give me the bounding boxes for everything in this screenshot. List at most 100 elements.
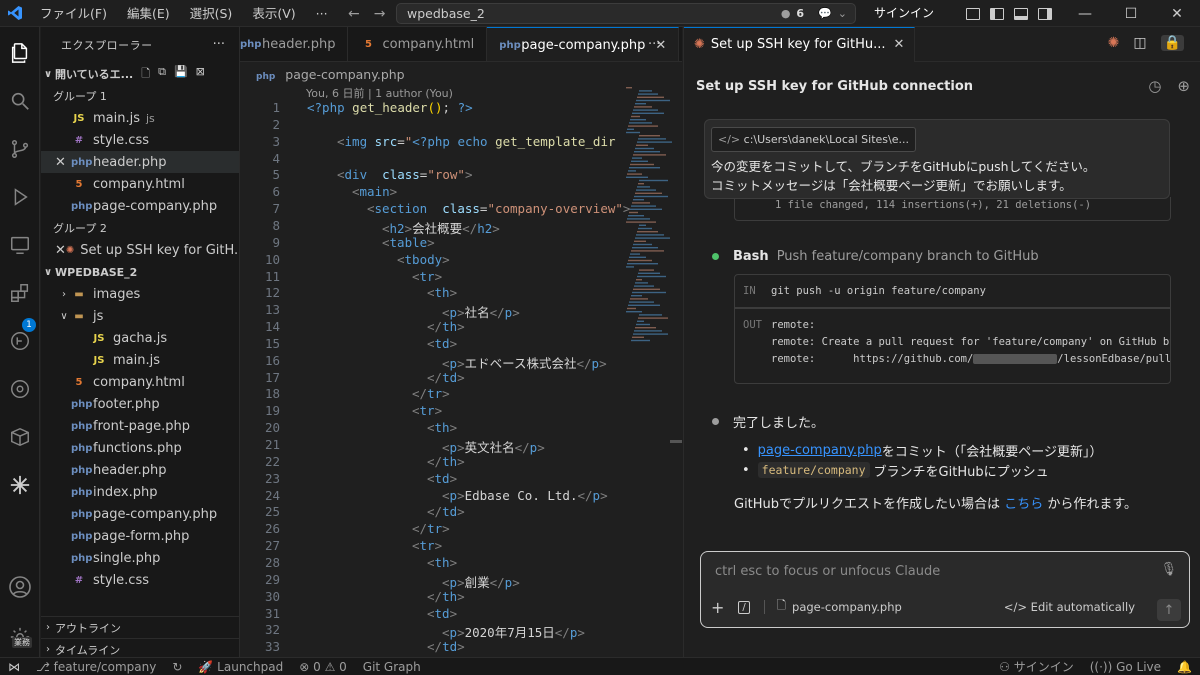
- signin-status[interactable]: ⚇ サインイン: [991, 658, 1082, 675]
- menu-item[interactable]: 表示(V): [242, 0, 305, 27]
- toggle-sidebar-icon[interactable]: [990, 7, 1004, 20]
- breadcrumb[interactable]: php page-company.php: [256, 67, 405, 82]
- file-item[interactable]: php page-form.php: [41, 525, 239, 547]
- attached-file[interactable]: page-company.php: [792, 600, 902, 614]
- open-editor-item[interactable]: ✕ php header.php: [41, 151, 239, 173]
- edit-mode-toggle[interactable]: </> Edit automatically: [1004, 600, 1135, 614]
- account-icon[interactable]: [0, 567, 40, 607]
- layout-customize-icon[interactable]: [966, 7, 980, 20]
- toggle-secondary-sidebar-icon[interactable]: [1038, 7, 1052, 20]
- file-link[interactable]: page-company.php: [758, 443, 882, 458]
- extensions-icon[interactable]: [0, 273, 40, 313]
- outline-header[interactable]: › アウトライン: [41, 616, 239, 638]
- source-control-icon[interactable]: [0, 129, 40, 169]
- menu-item[interactable]: ファイル(F): [30, 0, 117, 27]
- menu-item[interactable]: 編集(E): [117, 0, 180, 27]
- golive-status[interactable]: ((·)) Go Live: [1082, 660, 1169, 674]
- new-chat-icon[interactable]: ⊕: [1177, 77, 1190, 95]
- close-icon[interactable]: ✕: [55, 155, 71, 170]
- git-graph-icon[interactable]: [0, 321, 40, 361]
- term-in-command: git push -u origin feature/company: [771, 285, 986, 297]
- open-editor-item[interactable]: ✕ ✺ Set up SSH key for GitH...: [41, 239, 239, 261]
- close-all-icon[interactable]: ⊠: [196, 65, 205, 84]
- code-line: <p>Edbase Co. Ltd.</p>: [442, 487, 608, 503]
- more-actions-icon[interactable]: ···: [213, 37, 225, 52]
- close-icon[interactable]: ✕: [894, 37, 905, 52]
- gitlens-icon[interactable]: [0, 369, 40, 409]
- remote-icon[interactable]: ⋈: [0, 660, 28, 674]
- new-untitled-icon[interactable]: 🗋: [141, 65, 150, 84]
- folder-item[interactable]: ∨ ▬ js: [41, 305, 239, 327]
- file-item[interactable]: php single.php: [41, 547, 239, 569]
- maximize-icon[interactable]: ☐: [1108, 0, 1154, 27]
- command-center-search[interactable]: wpedbase_2 ● 6 💬 ⌄: [396, 3, 856, 24]
- close-icon[interactable]: ✕: [55, 243, 66, 258]
- problems-status[interactable]: ⊗ 0 ⚠ 0: [291, 660, 355, 674]
- split-editor-icon[interactable]: ◫: [1133, 35, 1146, 51]
- send-button[interactable]: ↑: [1157, 599, 1181, 621]
- code-editor[interactable]: 1 <?php get_header(); ?> 2 3 <img src="<?php…: [240, 99, 682, 657]
- containers-icon[interactable]: [0, 417, 40, 457]
- explorer-icon[interactable]: [0, 33, 40, 73]
- path-chip[interactable]: </> c:\Users\danek\Local Sites\e...: [711, 127, 916, 152]
- editor-scrollbar[interactable]: [670, 440, 682, 443]
- minimize-icon[interactable]: —: [1062, 0, 1108, 27]
- toggle-layout-icon[interactable]: ⧉: [158, 65, 166, 84]
- profile-badge: 業務: [12, 637, 32, 648]
- open-editor-item[interactable]: JS main.js js: [41, 107, 239, 129]
- add-icon[interactable]: +: [711, 598, 724, 617]
- minimap[interactable]: [624, 85, 674, 345]
- lock-icon[interactable]: 🔒: [1160, 35, 1184, 51]
- slash-command-icon[interactable]: /: [738, 600, 750, 614]
- save-all-icon[interactable]: 💾: [174, 65, 188, 84]
- launchpad-status[interactable]: 🚀 Launchpad: [190, 660, 291, 674]
- chevron-down-icon[interactable]: ⌄: [838, 7, 847, 20]
- chat-input[interactable]: ctrl esc to focus or unfocus Claude 🎙 + …: [700, 551, 1190, 628]
- search-icon[interactable]: [0, 81, 40, 121]
- file-item[interactable]: php front-page.php: [41, 415, 239, 437]
- branch-status[interactable]: ⎇ feature/company: [28, 660, 164, 674]
- file-item[interactable]: 5 company.html: [41, 371, 239, 393]
- folder-item[interactable]: › ▬ images: [41, 283, 239, 305]
- open-editor-item[interactable]: php page-company.php: [41, 195, 239, 217]
- file-item[interactable]: php header.php: [41, 459, 239, 481]
- mic-icon[interactable]: 🎙: [1160, 562, 1177, 577]
- sync-icon[interactable]: ↻: [164, 660, 190, 674]
- chat-icon[interactable]: 💬: [818, 7, 832, 20]
- open-editor-item[interactable]: # style.css: [41, 129, 239, 151]
- open-editors-header[interactable]: ∨ 開いているエ... 🗋 ⧉ 💾 ⊠: [41, 63, 239, 85]
- menu-item[interactable]: ···: [306, 0, 338, 27]
- file-item[interactable]: php page-company.php: [41, 503, 239, 525]
- run-debug-icon[interactable]: [0, 177, 40, 217]
- file-item[interactable]: JS gacha.js: [41, 327, 239, 349]
- pr-link[interactable]: こちら: [1004, 497, 1043, 512]
- line-number: 20: [264, 420, 280, 436]
- claude-icon[interactable]: [0, 465, 40, 505]
- file-item[interactable]: php functions.php: [41, 437, 239, 459]
- project-header[interactable]: ∨ WPEDBASE_2: [41, 261, 239, 283]
- notifications-icon[interactable]: 🔔: [1169, 660, 1200, 674]
- file-item[interactable]: JS main.js: [41, 349, 239, 371]
- file-name: functions.php: [93, 440, 182, 456]
- signin-button[interactable]: サインイン: [874, 0, 934, 27]
- history-icon[interactable]: ◷: [1148, 77, 1161, 95]
- menu-item[interactable]: 選択(S): [180, 0, 243, 27]
- remote-explorer-icon[interactable]: [0, 225, 40, 265]
- file-item[interactable]: php footer.php: [41, 393, 239, 415]
- chat-tab[interactable]: ✺ Set up SSH key for GitHu... ✕: [684, 26, 916, 62]
- close-window-icon[interactable]: ✕: [1154, 0, 1200, 27]
- claude-icon[interactable]: ✺: [1108, 35, 1120, 51]
- forward-arrow-icon[interactable]: →: [374, 6, 386, 22]
- git-graph-status[interactable]: Git Graph: [355, 660, 429, 674]
- timeline-header[interactable]: › タイムライン: [41, 638, 239, 657]
- toggle-panel-icon[interactable]: [1014, 7, 1028, 20]
- open-editor-item[interactable]: 5 company.html: [41, 173, 239, 195]
- editor-tab[interactable]: 5 company.html: [348, 27, 488, 61]
- agent-status[interactable]: ● 6 💬 ⌄: [781, 7, 847, 20]
- line-number: 26: [264, 521, 280, 537]
- editor-tab[interactable]: php header.php: [240, 27, 349, 61]
- back-arrow-icon[interactable]: ←: [348, 6, 360, 22]
- file-item[interactable]: php index.php: [41, 481, 239, 503]
- file-item[interactable]: # style.css: [41, 569, 239, 591]
- editor-more-icon[interactable]: ···: [648, 37, 660, 52]
